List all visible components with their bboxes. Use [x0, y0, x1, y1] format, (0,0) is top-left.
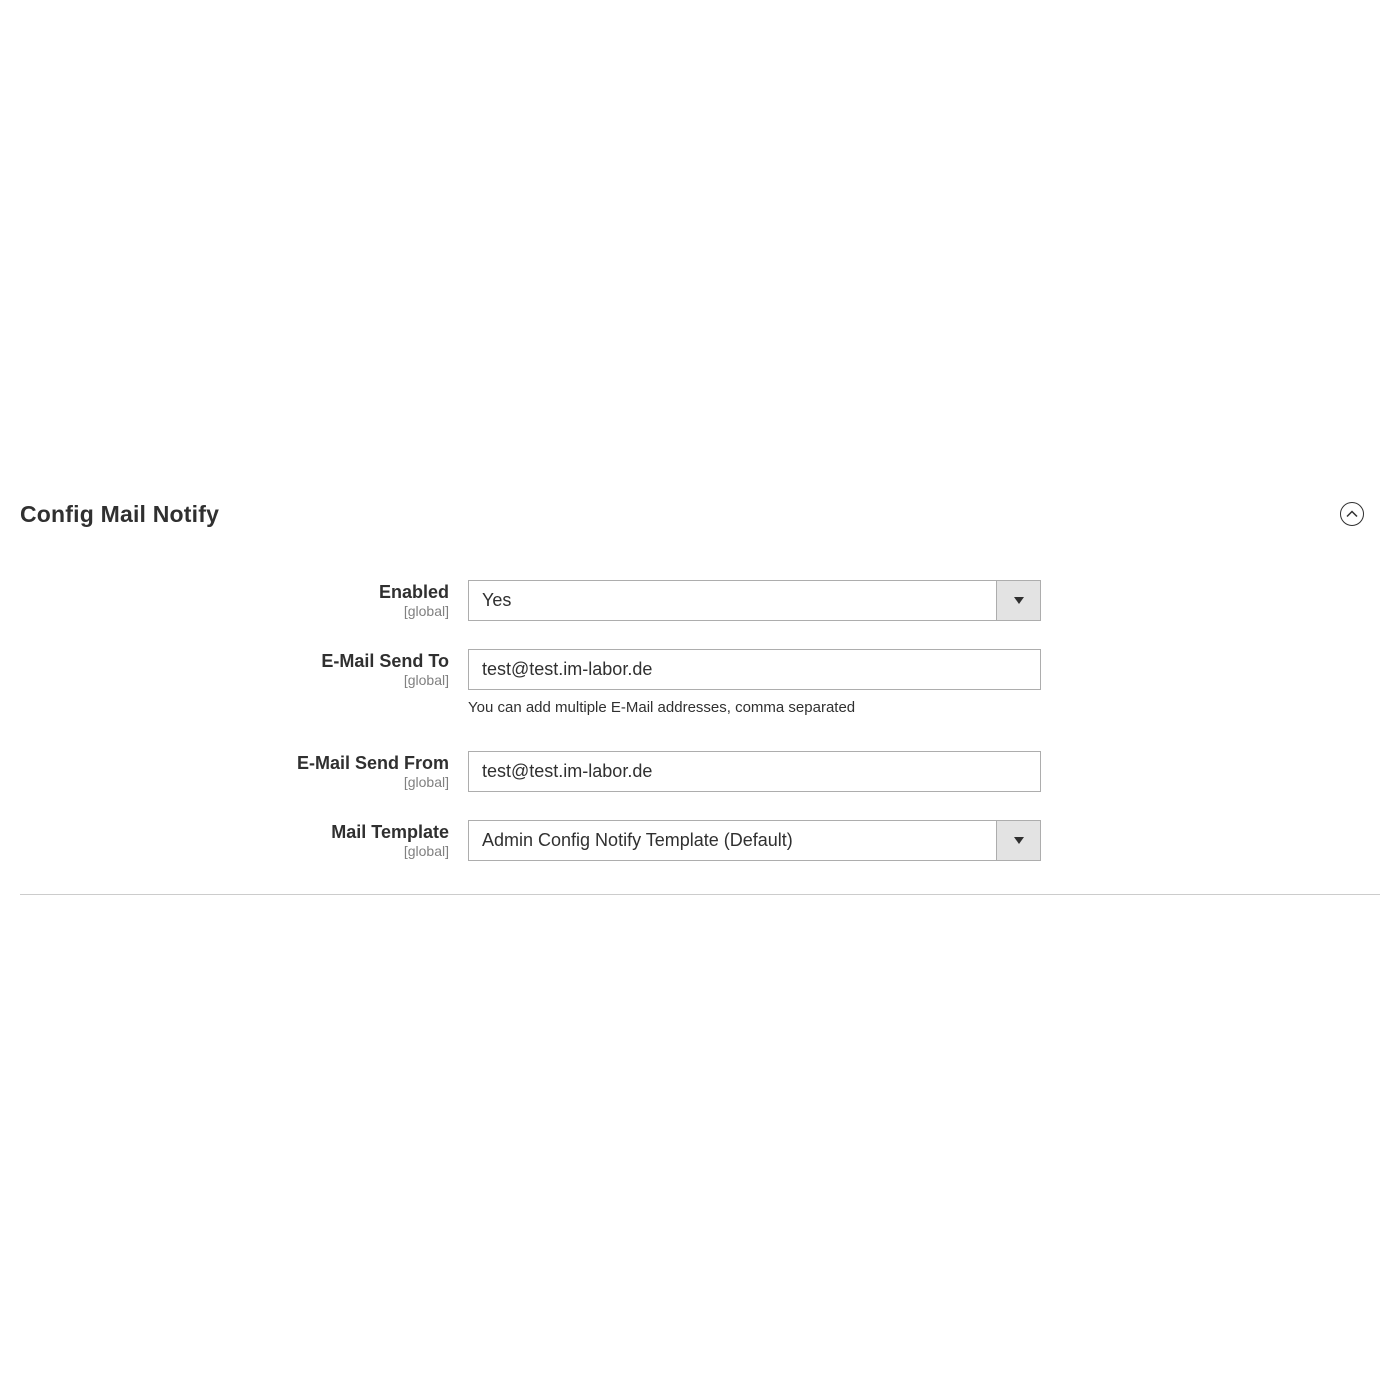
enabled-select[interactable]: Yes [468, 580, 1041, 621]
section-title[interactable]: Config Mail Notify [20, 501, 219, 528]
section-divider [20, 894, 1380, 895]
mail-template-select-value: Admin Config Notify Template (Default) [482, 830, 793, 850]
enabled-label-group: Enabled [global] [379, 582, 449, 619]
config-page: Config Mail Notify Enabled [global] Yes … [0, 0, 1400, 1400]
send-from-label: E-Mail Send From [296, 753, 449, 773]
chevron-up-circle-icon[interactable] [1340, 502, 1364, 526]
send-to-label-group: E-Mail Send To [global] [321, 651, 449, 688]
mail-template-label: Mail Template [331, 822, 449, 842]
send-to-note: You can add multiple E-Mail addresses, c… [468, 699, 856, 716]
section-header[interactable]: Config Mail Notify [20, 492, 1380, 536]
enabled-scope: [global] [403, 603, 449, 619]
send-from-label-group: E-Mail Send From [global] [297, 753, 449, 790]
enabled-select-value: Yes [482, 590, 512, 610]
enabled-select-button[interactable] [996, 581, 1040, 620]
dropdown-arrow-icon [1013, 597, 1024, 604]
send-from-input[interactable] [469, 752, 1040, 791]
send-to-field-wrapper [468, 649, 1041, 690]
mail-template-select-button[interactable] [996, 821, 1040, 860]
send-from-field-wrapper [468, 751, 1041, 792]
enabled-label: Enabled [378, 582, 449, 602]
mail-template-select[interactable]: Admin Config Notify Template (Default) [468, 820, 1041, 861]
mail-template-label-group: Mail Template [global] [331, 822, 449, 859]
send-from-scope: [global] [403, 774, 449, 790]
dropdown-arrow-icon [1013, 837, 1024, 844]
mail-template-scope: [global] [403, 843, 449, 859]
send-to-label: E-Mail Send To [321, 651, 449, 671]
send-to-input[interactable] [469, 650, 1040, 689]
send-to-scope: [global] [403, 672, 449, 688]
